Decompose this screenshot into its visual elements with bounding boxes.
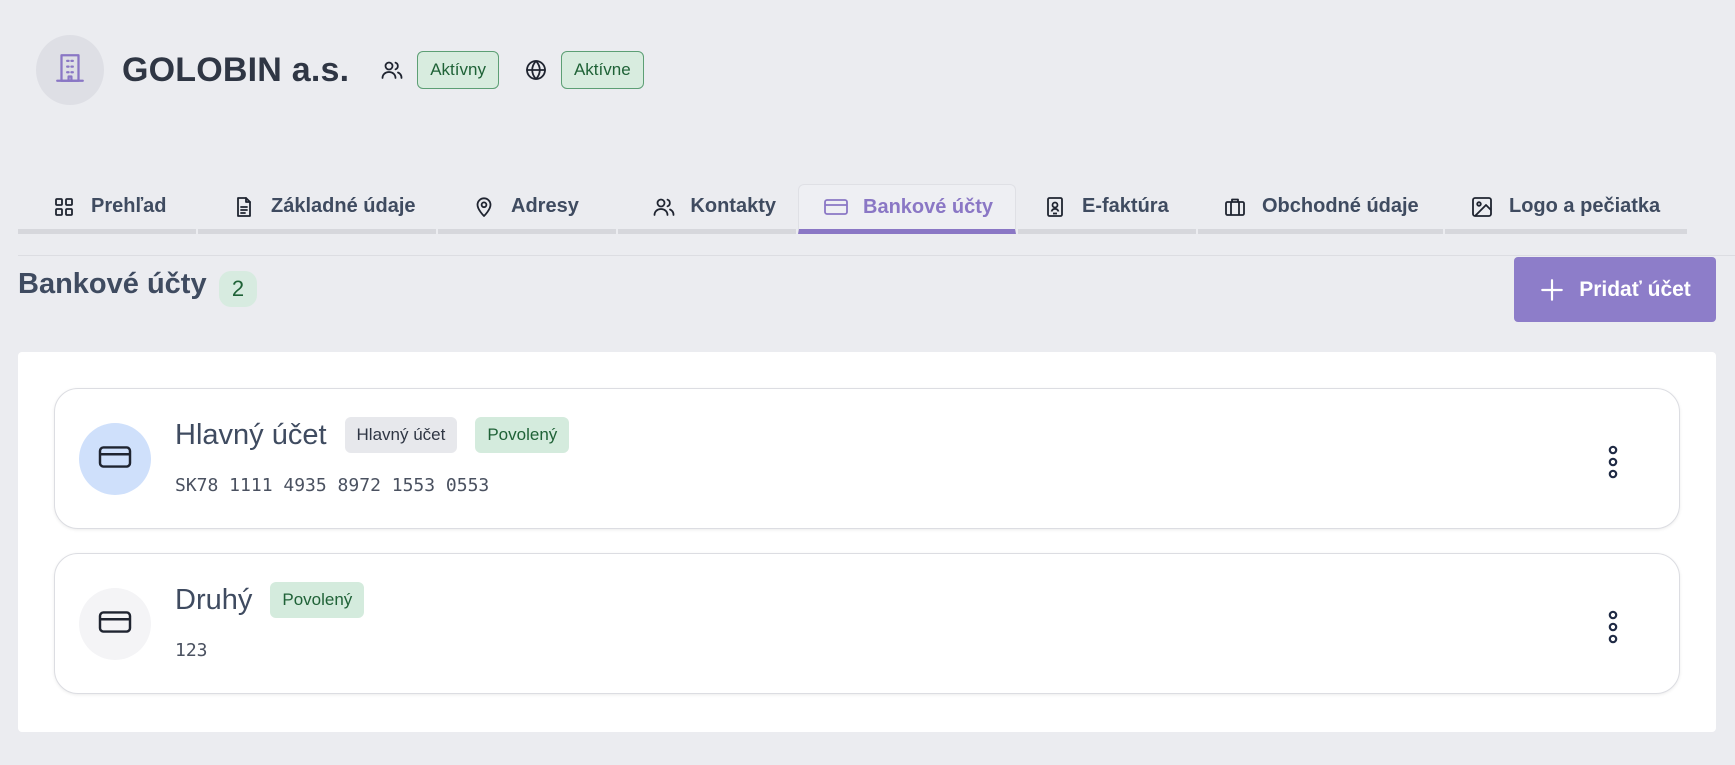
account-name: Druhý: [175, 583, 253, 616]
enabled-tag: Povolený: [270, 582, 365, 618]
account-avatar: [79, 423, 151, 495]
account-card[interactable]: Druhý Povolený 123: [54, 553, 1680, 694]
briefcase-icon: [1222, 194, 1248, 220]
company-avatar: [36, 35, 104, 105]
tab-adresy[interactable]: Adresy: [438, 184, 616, 234]
more-vertical-icon: [1607, 445, 1619, 482]
document-icon: [231, 194, 257, 220]
enabled-tag: Povolený: [475, 417, 570, 453]
more-vertical-icon: [1607, 610, 1619, 647]
tab-label: E-faktúra: [1082, 195, 1169, 217]
tab-label: Bankové účty: [863, 195, 994, 218]
users-icon: [651, 194, 676, 220]
id-badge-icon: [1042, 194, 1068, 220]
web-status: Aktívne: [523, 51, 644, 89]
tab-kontakty[interactable]: Kontakty: [618, 184, 796, 234]
account-name: Hlavný účet: [175, 418, 327, 451]
add-account-button[interactable]: Pridať účet: [1514, 257, 1716, 322]
account-iban: SK78 1111 4935 8972 1553 0553: [175, 475, 490, 496]
accounts-panel: Hlavný účet Hlavný účet Povolený SK78 11…: [18, 352, 1716, 732]
tab-obchodne-udaje[interactable]: Obchodné údaje: [1198, 184, 1443, 234]
company-name: GOLOBIN a.s.: [122, 50, 350, 89]
tab-label: Logo a pečiatka: [1509, 195, 1661, 217]
image-icon: [1469, 194, 1495, 220]
building-icon: [53, 51, 87, 90]
tab-zakladne-udaje[interactable]: Základné údaje: [198, 184, 436, 234]
tab-logo-a-peciatka[interactable]: Logo a pečiatka: [1445, 184, 1687, 234]
count-badge: 2: [219, 271, 257, 307]
tab-label: Obchodné údaje: [1262, 195, 1419, 217]
tab-label: Prehľad: [91, 195, 167, 217]
credit-card-icon: [97, 607, 133, 642]
account-iban: 123: [175, 640, 208, 661]
account-avatar: [79, 588, 151, 660]
tab-e-faktura[interactable]: E-faktúra: [1018, 184, 1196, 234]
credit-card-icon: [97, 442, 133, 477]
map-pin-icon: [471, 194, 497, 220]
tab-bankove-ucty[interactable]: Bankové účty: [798, 184, 1016, 234]
grid-icon: [51, 194, 77, 220]
credit-card-icon: [823, 194, 849, 220]
account-menu-button[interactable]: [1603, 610, 1623, 646]
globe-icon: [523, 57, 549, 83]
plus-icon: [1539, 277, 1565, 303]
tab-label: Kontakty: [690, 195, 776, 217]
user-status: Aktívny: [379, 51, 499, 89]
tabs-divider: [18, 255, 1735, 256]
account-menu-button[interactable]: [1603, 445, 1623, 481]
tab-label: Základné údaje: [271, 195, 416, 217]
tab-bar: Prehľad Základné údaje Adresy Kontakty B…: [18, 184, 1687, 234]
tab-label: Adresy: [511, 195, 579, 217]
status-badge: Aktívny: [417, 51, 499, 89]
account-card[interactable]: Hlavný účet Hlavný účet Povolený SK78 11…: [54, 388, 1680, 529]
primary-account-tag: Hlavný účet: [344, 417, 458, 453]
status-badge: Aktívne: [560, 51, 644, 89]
account-title-row: Hlavný účet Hlavný účet Povolený: [175, 417, 570, 453]
company-header: GOLOBIN a.s. Aktívny Aktívne: [36, 35, 644, 105]
tab-prehlad[interactable]: Prehľad: [18, 184, 196, 234]
section-title: Bankové účty: [18, 268, 207, 300]
add-account-label: Pridať účet: [1579, 277, 1691, 301]
users-icon: [379, 57, 405, 83]
account-title-row: Druhý Povolený: [175, 582, 365, 618]
